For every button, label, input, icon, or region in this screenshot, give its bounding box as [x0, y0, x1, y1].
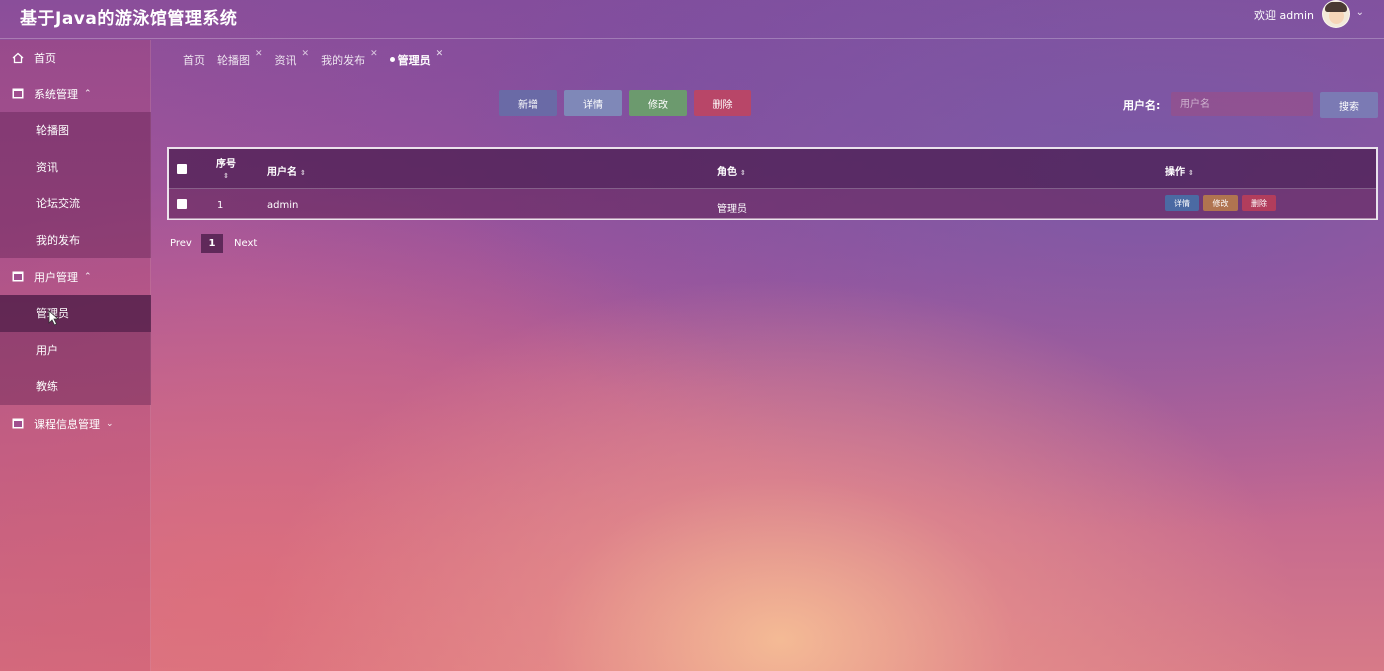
search-button[interactable]: 搜索 [1320, 92, 1378, 118]
tab-label: 资讯 [274, 54, 297, 67]
sort-icon: ⇕ [223, 172, 229, 180]
submenu-users: 管理员 用户 教练 [0, 295, 151, 405]
tab-label: 首页 [183, 54, 205, 67]
tab-home[interactable]: 首页 [183, 52, 205, 68]
sidebar-item-news[interactable]: 资讯 [0, 149, 151, 186]
column-label: 序号 [216, 159, 236, 170]
column-label: 用户名 [267, 167, 297, 178]
window-icon [12, 271, 24, 283]
close-icon[interactable]: ✕ [436, 49, 444, 59]
detail-button[interactable]: 详情 [564, 90, 622, 116]
sidebar-group-system[interactable]: 系统管理 ⌃ [0, 76, 151, 112]
tab-admin[interactable]: 管理员 ✕ [389, 49, 444, 68]
search-label: 用户名: [1123, 99, 1161, 112]
sidebar-item-user[interactable]: 用户 [0, 332, 151, 369]
cursor-icon [48, 310, 60, 326]
prev-page-link[interactable]: Prev [170, 238, 192, 249]
cell-index: 1 [217, 200, 224, 211]
sidebar-item-forum[interactable]: 论坛交流 [0, 185, 151, 222]
search-input[interactable] [1171, 92, 1313, 116]
chevron-up-icon: ⌃ [84, 272, 92, 282]
chevron-down-icon[interactable]: ⌄ [1356, 7, 1364, 18]
close-icon[interactable]: ✕ [370, 49, 378, 59]
welcome-text: 欢迎 admin [1254, 9, 1314, 22]
sidebar-group-label: 用户管理 [34, 271, 78, 284]
tab-label: 管理员 [397, 54, 431, 67]
sidebar-item-coach[interactable]: 教练 [0, 368, 151, 405]
table-header: 序号 ⇕ 用户名 ⇕ 角色 ⇕ 操作 ⇕ [169, 149, 1376, 189]
tab-label: 我的发布 [321, 54, 366, 67]
sidebar-item-home[interactable]: 首页 [0, 40, 151, 76]
close-icon[interactable]: ✕ [302, 49, 310, 59]
app-title: 基于Java的游泳馆管理系统 [20, 9, 238, 29]
sort-icon: ⇕ [300, 169, 306, 177]
column-header-actions[interactable]: 操作 ⇕ [1165, 163, 1194, 178]
window-icon [12, 418, 24, 430]
column-label: 角色 [717, 167, 737, 178]
sidebar-item-admin[interactable]: 管理员 [0, 295, 151, 332]
tab-label: 轮播图 [217, 54, 250, 67]
sidebar-group-users[interactable]: 用户管理 ⌃ [0, 259, 151, 295]
row-detail-button[interactable]: 详情 [1165, 195, 1199, 211]
next-page-link[interactable]: Next [234, 238, 257, 249]
chevron-up-icon: ⌃ [84, 89, 92, 99]
tab-my-posts[interactable]: 我的发布 ✕ [321, 49, 378, 68]
row-edit-button[interactable]: 修改 [1203, 195, 1238, 211]
home-icon [12, 52, 24, 64]
data-table: 序号 ⇕ 用户名 ⇕ 角色 ⇕ 操作 ⇕ 1 admin 管理员 详情 修改 删除 [167, 147, 1378, 220]
submenu-system: 轮播图 资讯 论坛交流 我的发布 [0, 112, 151, 258]
sort-icon: ⇕ [740, 169, 746, 177]
row-checkbox[interactable] [177, 199, 187, 209]
current-page-number[interactable]: 1 [201, 234, 223, 253]
chevron-down-icon: ⌄ [106, 419, 114, 429]
cell-username: admin [267, 200, 299, 211]
top-bar: 基于Java的游泳馆管理系统 欢迎 admin ⌄ [0, 0, 1384, 39]
tab-news[interactable]: 资讯 ✕ [274, 49, 310, 68]
edit-button[interactable]: 修改 [629, 90, 687, 116]
column-header-username[interactable]: 用户名 ⇕ [267, 163, 306, 178]
table-row[interactable]: 1 admin 管理员 详情 修改 删除 [169, 189, 1376, 219]
select-all-checkbox[interactable] [177, 164, 187, 174]
sidebar-item-label: 首页 [34, 52, 56, 65]
column-header-role[interactable]: 角色 ⇕ [717, 163, 746, 178]
sidebar-group-label: 课程信息管理 [34, 418, 100, 431]
window-icon [12, 88, 24, 100]
tab-carousel[interactable]: 轮播图 ✕ [217, 49, 263, 68]
avatar[interactable] [1322, 0, 1350, 28]
row-delete-button[interactable]: 删除 [1242, 195, 1276, 211]
cell-role: 管理员 [717, 204, 747, 215]
sidebar-item-carousel[interactable]: 轮播图 [0, 112, 151, 149]
close-icon[interactable]: ✕ [255, 49, 263, 59]
avatar-hair [1325, 2, 1347, 12]
add-button[interactable]: 新增 [499, 90, 557, 116]
sidebar-item-my-posts[interactable]: 我的发布 [0, 222, 151, 259]
sidebar-group-label: 系统管理 [34, 88, 78, 101]
active-dot-icon [389, 57, 395, 62]
sort-icon: ⇕ [1188, 169, 1194, 177]
column-header-index[interactable]: 序号 ⇕ [216, 155, 236, 180]
sidebar: 首页 系统管理 ⌃ 轮播图 资讯 论坛交流 我的发布 用户管理 ⌃ 管理员 用户… [0, 40, 151, 671]
column-label: 操作 [1165, 167, 1185, 178]
delete-button[interactable]: 删除 [694, 90, 751, 116]
sidebar-group-courses[interactable]: 课程信息管理 ⌄ [0, 406, 151, 442]
tab-bar: 首页 轮播图 ✕ 资讯 ✕ 我的发布 ✕ 管理员 ✕ [183, 49, 455, 68]
